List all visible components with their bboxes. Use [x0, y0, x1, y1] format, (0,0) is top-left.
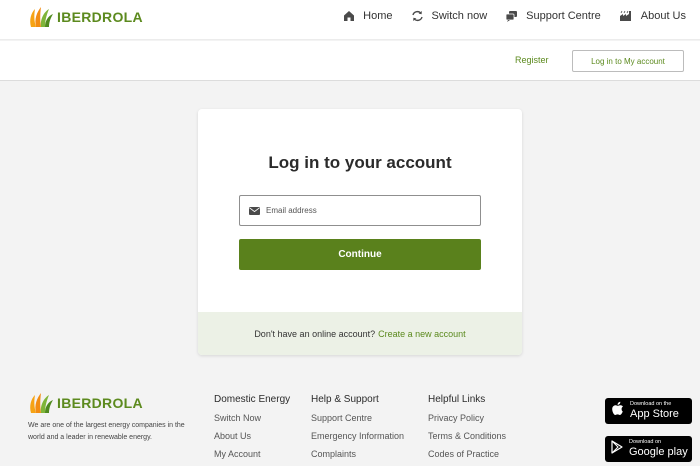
- footer-link-codes[interactable]: Codes of Practice: [428, 449, 506, 459]
- footer-column-title: Help & Support: [311, 394, 379, 405]
- footer-link-complaints[interactable]: Complaints: [311, 449, 404, 459]
- switch-icon: [411, 10, 424, 22]
- iberdrola-leaf-icon: [28, 6, 54, 28]
- main-nav: Home Switch now Support Centre About Us: [343, 10, 686, 22]
- page-title: Log in to your account: [268, 153, 452, 172]
- footer-column-title: Domestic Energy: [214, 394, 291, 405]
- nav-home-label: Home: [363, 10, 393, 22]
- footer-link-switch-now[interactable]: Switch Now: [214, 413, 290, 423]
- home-icon: [343, 10, 355, 22]
- nav-about-us[interactable]: About Us: [619, 10, 686, 22]
- footer-logo[interactable]: IBERDROLA: [28, 392, 143, 414]
- app-store-small: Download on the: [630, 401, 672, 408]
- app-store-badge[interactable]: Download on the App Store: [605, 398, 692, 424]
- app-store-label: App Store: [630, 407, 679, 420]
- google-play-badge[interactable]: Download on Google play: [605, 436, 692, 462]
- nav-support-label: Support Centre: [526, 10, 601, 22]
- footer-tagline: We are one of the largest energy compani…: [28, 422, 185, 441]
- support-icon: [505, 10, 518, 22]
- footer-column-help: Help & Support Support Centre Emergency …: [311, 394, 404, 466]
- nav-home[interactable]: Home: [343, 10, 393, 22]
- footer-link-privacy[interactable]: Privacy Policy: [428, 413, 506, 423]
- footer-column-title: Helpful Links: [428, 394, 486, 405]
- account-bar: Register Log in to My account: [0, 41, 700, 81]
- footer-link-emergency[interactable]: Emergency Information: [311, 431, 404, 441]
- login-card: Log in to your account Continue Don't ha…: [198, 109, 522, 355]
- google-play-small: Download on: [629, 439, 662, 446]
- nav-switch-label: Switch now: [431, 10, 488, 22]
- email-field[interactable]: [239, 195, 481, 226]
- login-my-account-button[interactable]: Log in to My account: [572, 50, 684, 72]
- brand-name: IBERDROLA: [57, 9, 143, 25]
- google-play-icon: [611, 439, 623, 459]
- footer-column-domestic: Domestic Energy Switch Now About Us My A…: [214, 394, 290, 466]
- brand-logo[interactable]: IBERDROLA: [28, 6, 143, 28]
- iberdrola-leaf-icon: [28, 392, 54, 414]
- footer-brand-name: IBERDROLA: [57, 395, 143, 411]
- nav-about-label: About Us: [640, 10, 686, 22]
- footer-link-about-us[interactable]: About Us: [214, 431, 290, 441]
- email-input[interactable]: [266, 206, 466, 215]
- nav-switch-now[interactable]: Switch now: [411, 10, 488, 22]
- no-account-text: Don't have an online account?: [254, 328, 376, 339]
- create-account-link[interactable]: Create a new account: [378, 329, 466, 339]
- google-play-label: Google play: [629, 445, 688, 458]
- apple-icon: [611, 401, 624, 421]
- factory-icon: [619, 10, 633, 22]
- register-link[interactable]: Register: [515, 55, 549, 65]
- nav-support-centre[interactable]: Support Centre: [505, 10, 601, 22]
- continue-button[interactable]: Continue: [239, 239, 481, 270]
- footer-column-helpful: Helpful Links Privacy Policy Terms & Con…: [428, 394, 506, 466]
- footer-link-support-centre[interactable]: Support Centre: [311, 413, 404, 423]
- create-account-strip: Don't have an online account? Create a n…: [198, 312, 522, 355]
- footer-link-my-account[interactable]: My Account: [214, 449, 290, 459]
- envelope-icon: [249, 202, 260, 220]
- top-header: IBERDROLA Home Switch now Support Centre…: [0, 0, 700, 40]
- footer-link-terms[interactable]: Terms & Conditions: [428, 431, 506, 441]
